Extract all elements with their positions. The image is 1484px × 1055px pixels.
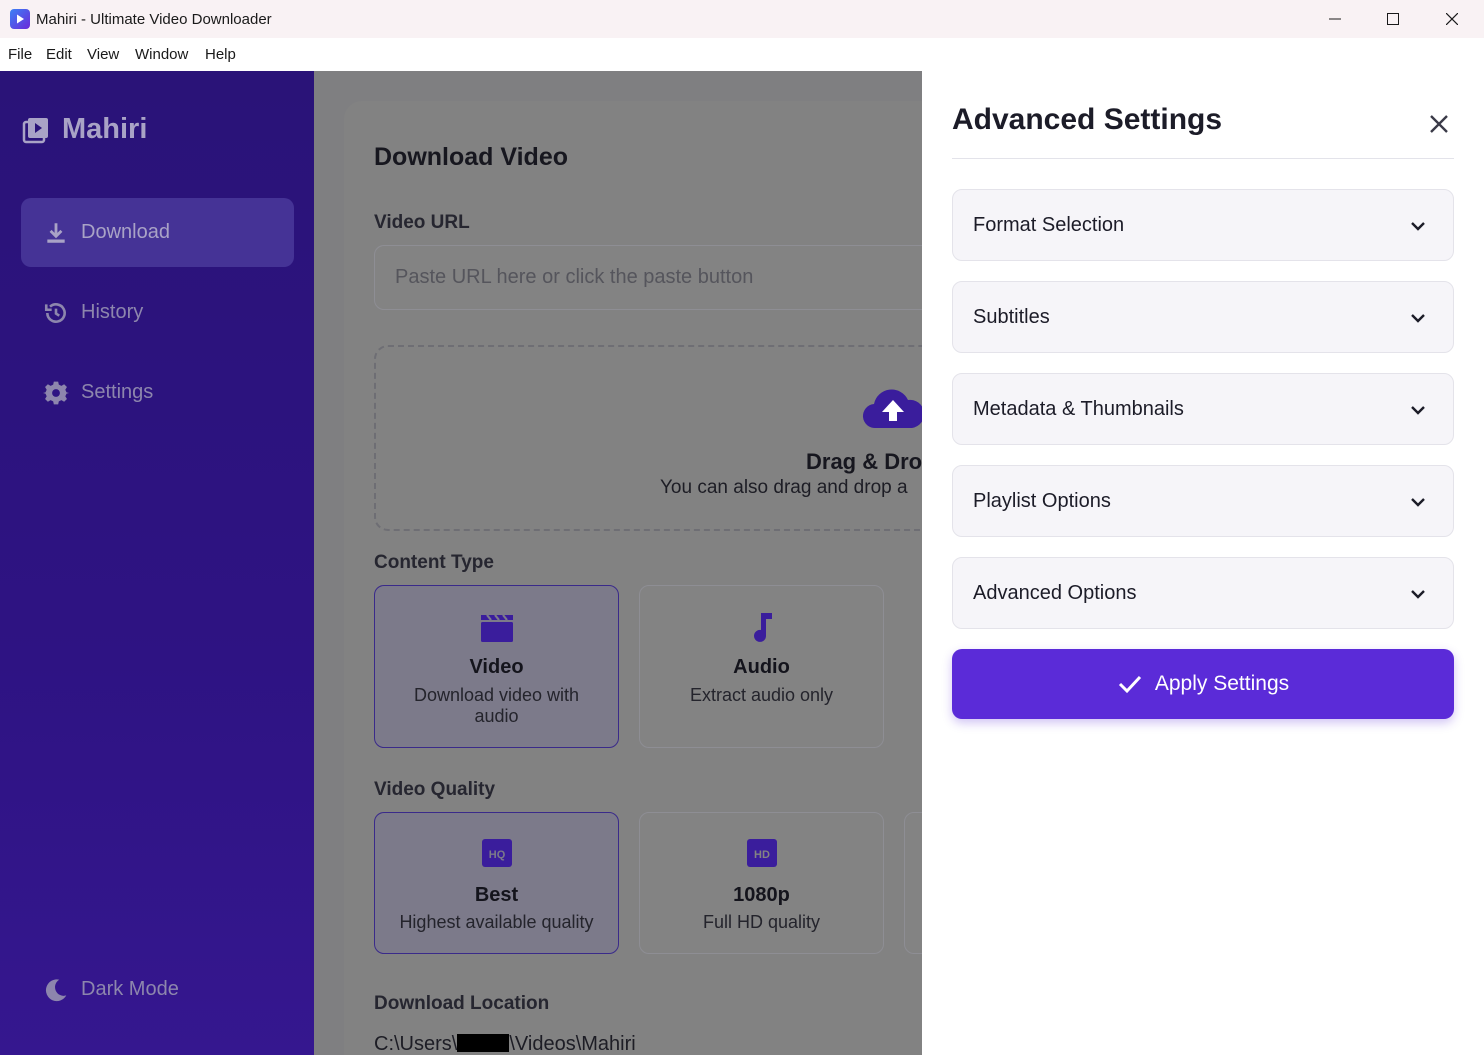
svg-text:HD: HD [754, 849, 770, 861]
sidebar-item-settings[interactable]: Settings [21, 358, 294, 427]
url-label: Video URL [374, 212, 470, 233]
gear-icon [43, 381, 69, 404]
option-subtitle: Download video with audio [413, 685, 580, 726]
close-icon [1446, 13, 1458, 25]
sidebar-item-history[interactable]: History [21, 278, 294, 347]
drop-subtitle: You can also drag and drop a [660, 477, 908, 498]
sidebar: Mahiri Download History Settings Dark Mo… [0, 71, 314, 1055]
menu-help[interactable]: Help [205, 46, 236, 63]
download-icon [47, 222, 65, 243]
advanced-settings-panel: Advanced Settings Format Selection Subti… [922, 71, 1484, 1055]
accordion-subtitles[interactable]: Subtitles [952, 281, 1454, 353]
accordion-metadata-thumbnails[interactable]: Metadata & Thumbnails [952, 373, 1454, 445]
close-window-button[interactable] [1423, 0, 1481, 38]
close-icon [1430, 115, 1448, 133]
redacted-username [457, 1034, 510, 1052]
download-location-label: Download Location [374, 993, 550, 1014]
apply-settings-label: Apply Settings [1154, 672, 1290, 695]
title-bar: Mahiri - Ultimate Video Downloader [0, 0, 1484, 38]
content-type-video[interactable]: Video Download video with audio [374, 585, 619, 748]
cloud-upload-icon [863, 389, 922, 429]
brand-name: Mahiri [62, 113, 148, 145]
dark-mode-label: Dark Mode [81, 978, 179, 1000]
chevron-down-icon [1411, 590, 1425, 599]
option-title: Audio [733, 656, 790, 678]
accordion-format-selection[interactable]: Format Selection [952, 189, 1454, 261]
accordion-label: Format Selection [973, 213, 1125, 236]
path-suffix: \Videos\Mahiri [509, 1033, 636, 1055]
dark-mode-toggle[interactable]: Dark Mode [21, 955, 294, 1024]
chevron-down-icon [1411, 406, 1425, 415]
accordion-advanced-options[interactable]: Advanced Options [952, 557, 1454, 629]
brand: Mahiri [22, 113, 147, 146]
sidebar-item-download[interactable]: Download [21, 198, 294, 267]
menu-window[interactable]: Window [135, 46, 188, 63]
content-type-label: Content Type [374, 552, 494, 573]
option-title: 1080p [733, 884, 790, 906]
option-subtitle: Highest available quality [399, 912, 594, 932]
video-library-icon [22, 117, 48, 143]
path-prefix: C:\Users\ [374, 1033, 458, 1055]
accordion-label: Advanced Options [973, 581, 1137, 604]
minimize-icon [1329, 18, 1341, 20]
sidebar-item-label: Download [81, 221, 170, 243]
url-input[interactable]: Paste URL here or click the paste button [374, 245, 922, 310]
menu-bar: File Edit View Window Help [0, 38, 1484, 71]
hd-icon: HD [747, 839, 777, 867]
video-quality-label: Video Quality [374, 779, 496, 800]
accordion-playlist-options[interactable]: Playlist Options [952, 465, 1454, 537]
window-title: Mahiri - Ultimate Video Downloader [36, 11, 272, 28]
quality-1080p[interactable]: HD 1080p Full HD quality [639, 812, 884, 954]
accordion-label: Metadata & Thumbnails [973, 397, 1184, 420]
music-note-icon [754, 613, 772, 642]
app-logo-icon [10, 9, 30, 29]
hq-icon: HQ [482, 839, 512, 867]
quality-option-partial[interactable] [904, 812, 922, 954]
maximize-button[interactable] [1364, 0, 1422, 38]
panel-title: Advanced Settings [952, 103, 1223, 136]
option-title: Best [474, 884, 519, 906]
quality-best[interactable]: HQ Best Highest available quality [374, 812, 619, 954]
svg-text:HQ: HQ [489, 849, 506, 861]
option-subtitle: Full HD quality [702, 912, 821, 932]
history-icon [44, 302, 66, 323]
menu-file[interactable]: File [8, 46, 32, 63]
main-content: Download Video Video URL Paste URL here … [314, 71, 922, 1055]
option-subtitle: Extract audio only [689, 685, 834, 705]
option-title: Video [469, 656, 524, 678]
chevron-down-icon [1411, 498, 1425, 507]
panel-divider [952, 158, 1454, 159]
maximize-icon [1387, 13, 1399, 25]
moon-icon [45, 978, 67, 1001]
accordion-label: Subtitles [973, 305, 1050, 328]
apply-settings-button[interactable]: Apply Settings [952, 649, 1454, 719]
minimize-button[interactable] [1306, 0, 1364, 38]
page-title: Download Video [374, 143, 568, 171]
clapperboard-icon [481, 614, 513, 642]
download-path[interactable]: C:\Users\ \Videos\Mahiri [374, 1033, 636, 1055]
menu-edit[interactable]: Edit [46, 46, 72, 63]
sidebar-item-label: History [81, 301, 144, 323]
drop-zone[interactable] [374, 345, 922, 531]
chevron-down-icon [1411, 222, 1425, 231]
sidebar-item-label: Settings [81, 381, 154, 403]
close-panel-button[interactable] [1422, 107, 1456, 141]
checkmark-icon [1118, 675, 1141, 694]
menu-view[interactable]: View [87, 46, 119, 63]
drop-title: Drag & Drop [806, 449, 922, 474]
content-type-audio[interactable]: Audio Extract audio only [639, 585, 884, 748]
accordion-label: Playlist Options [973, 489, 1111, 512]
chevron-down-icon [1411, 314, 1425, 323]
